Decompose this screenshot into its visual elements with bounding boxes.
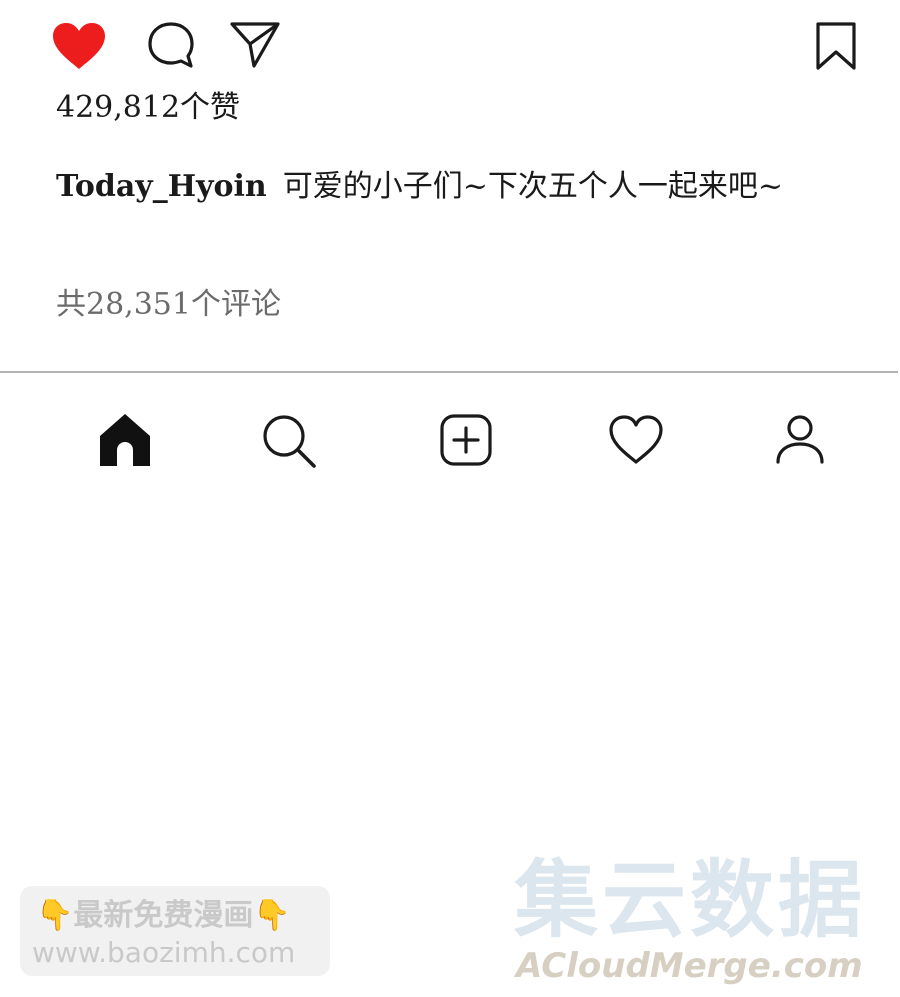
site-watermark-right: 集云数据 ACloudMerge.com — [510, 852, 890, 987]
watermark-left-line1: 👇最新免费漫画👇 — [36, 898, 291, 934]
caption-username[interactable]: Today_Hyoin — [56, 169, 267, 204]
likes-count[interactable]: 429,812个赞 — [56, 90, 240, 126]
caption-text: 可爱的小子们~下次五个人一起来吧~ — [282, 169, 784, 204]
home-icon[interactable] — [95, 410, 155, 470]
comment-icon[interactable] — [145, 20, 197, 70]
watermark-left-text: 最新免费漫画 — [73, 898, 254, 933]
search-icon[interactable] — [258, 410, 318, 470]
watermark-right-en: ACloudMerge.com — [516, 946, 863, 986]
profile-icon[interactable] — [770, 410, 830, 470]
pointing-down-icon: 👇 — [36, 898, 74, 933]
share-paper-plane-icon[interactable] — [228, 18, 282, 70]
add-post-icon[interactable] — [436, 410, 496, 470]
view-comments-link[interactable]: 共28,351个评论 — [56, 286, 281, 324]
post-caption: Today_Hyoin 可爱的小子们~下次五个人一起来吧~ — [56, 168, 783, 206]
site-watermark-left: 👇最新免费漫画👇 www.baozimh.com — [20, 886, 330, 976]
watermark-right-cn: 集云数据 — [514, 851, 867, 949]
activity-heart-icon[interactable] — [606, 410, 666, 470]
pointing-down-icon: 👇 — [253, 898, 291, 933]
like-heart-icon[interactable] — [50, 20, 108, 72]
nav-divider — [0, 371, 898, 373]
watermark-left-url: www.baozimh.com — [32, 936, 296, 969]
bookmark-icon[interactable] — [812, 20, 860, 72]
